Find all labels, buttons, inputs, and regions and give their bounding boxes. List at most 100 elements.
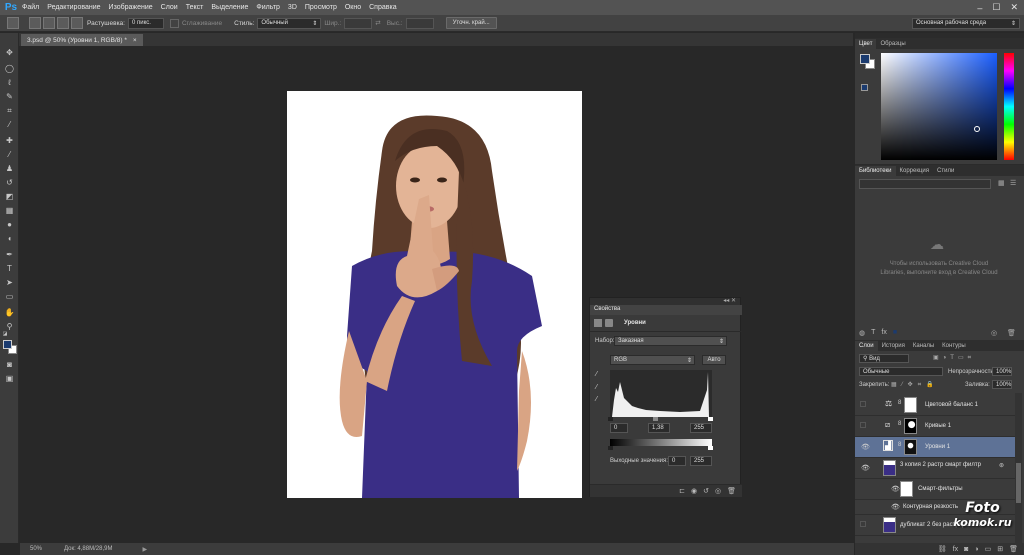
input-black-slider[interactable] (608, 417, 613, 421)
fill-input[interactable]: 100% (992, 380, 1012, 389)
tab-history[interactable]: История (878, 341, 909, 351)
add-selection-icon[interactable] (43, 17, 55, 29)
menu-help[interactable]: Справка (369, 4, 396, 11)
new-selection-icon[interactable] (29, 17, 41, 29)
marquee-tool-icon[interactable]: ◯ (4, 63, 15, 74)
link-layers-icon[interactable]: ⛓ (938, 545, 947, 553)
visibility-toggle[interactable] (860, 521, 866, 527)
input-white-field[interactable]: 255 (690, 423, 712, 433)
antialias-checkbox[interactable] (169, 18, 179, 28)
menu-window[interactable]: Окно (345, 4, 361, 11)
brush-tool-icon[interactable]: ⁄ (4, 149, 15, 160)
trash-icon[interactable]: 🗑 (1007, 329, 1016, 337)
input-black-field[interactable]: 0 (610, 423, 628, 433)
layer-filter-icons[interactable]: ▣◑T▭⌗ (933, 354, 975, 362)
visibility-toggle[interactable] (860, 401, 866, 407)
add-style-icon[interactable]: fx (881, 329, 886, 337)
output-black-field[interactable]: 0 (668, 456, 686, 466)
output-white-field[interactable]: 255 (690, 456, 712, 466)
view-previous-icon[interactable]: ◉ (691, 487, 697, 495)
stamp-tool-icon[interactable]: ♟ (4, 163, 15, 174)
fx-icon[interactable]: fx (953, 546, 958, 553)
opacity-input[interactable]: 100% (992, 367, 1012, 376)
tab-paths[interactable]: Контуры (938, 341, 970, 351)
collapse-icon[interactable]: ◂◂ ✕ (723, 297, 736, 304)
hand-tool-icon[interactable]: ✋ (4, 307, 15, 318)
style-select[interactable]: Обычный ⇕ (257, 17, 322, 29)
color-mode-icon[interactable] (861, 84, 868, 91)
crop-tool-icon[interactable]: ⌗ (4, 105, 15, 116)
new-layer-icon[interactable]: ⊞ (997, 545, 1003, 553)
scrollbar-thumb[interactable] (1016, 463, 1021, 503)
layer-filter-select[interactable]: ⚲ Вид (859, 354, 909, 363)
trash-icon[interactable]: 🗑 (1009, 545, 1018, 553)
layer-row[interactable]: ⚖ 8 Цветовой баланс 1 (855, 395, 1015, 416)
adjustment-layer-icon[interactable]: ◑ (974, 546, 978, 553)
maximize-button[interactable]: ☐ (992, 2, 1000, 13)
menu-text[interactable]: Текст (186, 4, 204, 11)
layer-row[interactable]: 👁 Смарт-фильтры (855, 479, 1015, 500)
output-white-slider[interactable] (708, 446, 713, 450)
zoom-level[interactable]: 50% (30, 546, 56, 552)
fg-color-swatch[interactable] (860, 54, 870, 64)
group-icon[interactable]: ▭ (985, 545, 992, 553)
tab-channels[interactable]: Каналы (909, 341, 938, 351)
screen-mode-icon[interactable]: ▣ (4, 373, 15, 384)
black-eyedropper-icon[interactable]: ⁄ (596, 371, 597, 378)
eye-icon[interactable]: 👁 (891, 503, 900, 511)
menu-layers[interactable]: Слои (161, 4, 178, 11)
lock-icons[interactable]: ▦⁄✥⌗🔒 (891, 381, 939, 389)
reset-icon[interactable]: ↺ (703, 487, 709, 495)
visibility-icon[interactable]: ◎ (715, 487, 721, 495)
eraser-tool-icon[interactable]: ◩ (4, 191, 15, 202)
tab-swatches[interactable]: Образцы (876, 39, 909, 49)
intersect-selection-icon[interactable] (71, 17, 83, 29)
list-view-icon[interactable]: ☰ (1010, 179, 1016, 187)
workspace-select[interactable]: Основная рабочая среда ⇕ (912, 17, 1020, 29)
tab-libraries[interactable]: Библиотеки (855, 166, 896, 176)
library-select[interactable] (859, 179, 991, 189)
layer-row[interactable]: ⧄ 8 Кривые 1 (855, 416, 1015, 437)
grid-view-icon[interactable]: ▦ (998, 179, 1005, 187)
healing-tool-icon[interactable]: ✚ (4, 135, 15, 146)
tab-color[interactable]: Цвет (855, 39, 877, 49)
swap-icon[interactable]: ⇄ (375, 19, 380, 27)
lasso-tool-icon[interactable]: ℓ (4, 77, 15, 88)
auto-button[interactable]: Авто (702, 355, 726, 365)
trash-icon[interactable]: 🗑 (727, 487, 736, 495)
color-picker-field[interactable] (881, 53, 997, 160)
white-eyedropper-icon[interactable]: ⁄ (596, 396, 597, 403)
quick-mask-icon[interactable]: ◙ (4, 359, 15, 370)
visibility-toggle[interactable] (860, 422, 866, 428)
height-input[interactable] (405, 17, 434, 29)
tab-layers[interactable]: Слои (855, 341, 878, 351)
pen-tool-icon[interactable]: ✒ (4, 249, 15, 260)
gray-eyedropper-icon[interactable]: ⁄ (596, 384, 597, 391)
type-tool-icon[interactable]: T (4, 263, 15, 274)
add-mask-icon[interactable]: ◙ (964, 546, 968, 553)
mask-icon[interactable] (605, 319, 613, 327)
eye-icon[interactable]: 👁 (891, 485, 900, 493)
layer-row[interactable]: 👁 3 копия 2 растр смарт филтр ⊛ (855, 458, 1015, 479)
status-arrow-icon[interactable]: ▶ (142, 546, 147, 553)
add-text-icon[interactable]: T (871, 329, 875, 337)
color-picker-cursor[interactable] (974, 126, 980, 132)
input-white-slider[interactable] (708, 417, 713, 421)
properties-tab[interactable]: Свойства (594, 306, 620, 312)
feather-input[interactable]: 0 пикс. (127, 17, 164, 29)
width-input[interactable] (344, 17, 373, 29)
document-image[interactable] (287, 91, 582, 498)
input-gamma-field[interactable]: 1,38 (648, 423, 670, 433)
clip-icon[interactable]: ⊏ (679, 487, 685, 495)
document-tab[interactable]: 3.psd @ 50% (Уровни 1, RGB/8) * × (21, 34, 143, 46)
path-select-tool-icon[interactable]: ➤ (4, 277, 15, 288)
dodge-tool-icon[interactable]: ◖ (4, 233, 15, 244)
hue-slider[interactable] (1004, 53, 1014, 160)
history-brush-tool-icon[interactable]: ↺ (4, 177, 15, 188)
subtract-selection-icon[interactable] (57, 17, 69, 29)
menu-image[interactable]: Изображение (109, 4, 153, 11)
channel-select[interactable]: RGB ⇕ (610, 355, 695, 365)
eye-icon[interactable]: 👁 (861, 464, 870, 472)
add-graphic-icon[interactable]: ◍ (859, 329, 865, 337)
gradient-tool-icon[interactable]: ▦ (4, 205, 15, 216)
